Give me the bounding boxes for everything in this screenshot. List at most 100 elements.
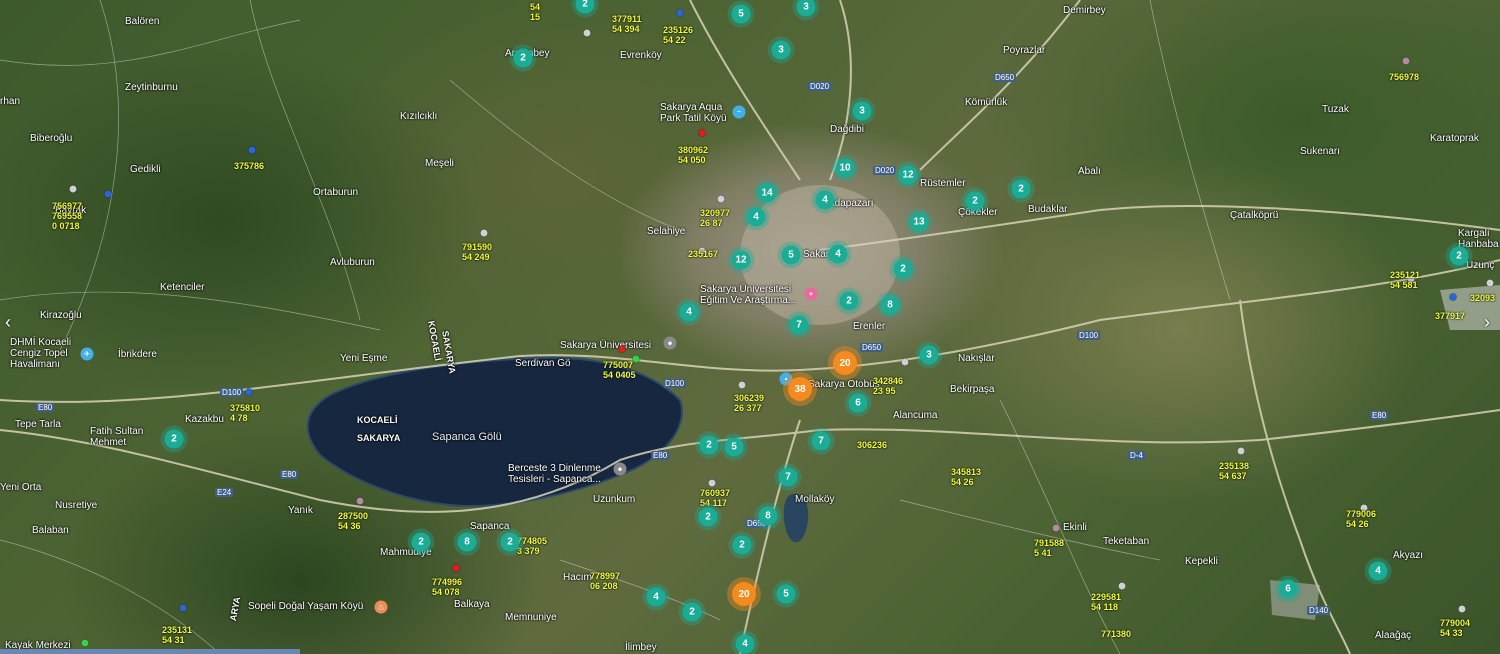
- place-yeni-esme: Yeni Eşme: [340, 353, 388, 364]
- cluster-marker[interactable]: 4: [646, 587, 666, 607]
- place-rustemler: Rüstemler: [920, 178, 966, 189]
- map-pin[interactable]: [717, 195, 725, 203]
- cluster-marker-large[interactable]: 20: [833, 351, 857, 375]
- cluster-marker[interactable]: 6: [1278, 579, 1298, 599]
- code-label: 775007 54 0405: [603, 360, 636, 380]
- cluster-marker[interactable]: 5: [776, 584, 796, 604]
- cluster-marker[interactable]: 2: [893, 259, 913, 279]
- map-pin[interactable]: [248, 146, 256, 154]
- cluster-marker[interactable]: 2: [1011, 179, 1031, 199]
- map-pin[interactable]: [69, 185, 77, 193]
- cluster-marker[interactable]: 2: [699, 435, 719, 455]
- map-pin[interactable]: [356, 497, 364, 505]
- chevron-right-icon[interactable]: ›: [1484, 312, 1490, 333]
- map-pin[interactable]: [1402, 57, 1410, 65]
- place-sakarya-universitesi: Sakarya Üniversitesi: [560, 340, 652, 351]
- road-label-d020-2: D020: [873, 166, 897, 175]
- cluster-marker[interactable]: 4: [1368, 561, 1388, 581]
- cluster-marker[interactable]: 8: [880, 295, 900, 315]
- code-label: 235121 54 581: [1390, 270, 1421, 290]
- cluster-marker[interactable]: 2: [732, 535, 752, 555]
- cluster-marker[interactable]: 2: [500, 532, 520, 552]
- cluster-marker[interactable]: 4: [735, 634, 755, 654]
- code-label: 306236: [857, 440, 888, 450]
- map-pin[interactable]: [1052, 524, 1060, 532]
- map-pin[interactable]: [738, 381, 746, 389]
- cluster-marker[interactable]: 13: [909, 212, 929, 232]
- road-label-d100-3: D100: [1077, 331, 1101, 340]
- place-balkaya: Balkaya: [454, 599, 490, 610]
- label-sakarya: SAKARYA: [357, 433, 401, 443]
- map-pin[interactable]: [618, 345, 626, 353]
- map-pin[interactable]: [480, 229, 488, 237]
- cluster-marker[interactable]: 2: [682, 602, 702, 622]
- cluster-marker[interactable]: 5: [731, 4, 751, 24]
- map-pin[interactable]: [1458, 605, 1466, 613]
- cluster-marker[interactable]: 14: [757, 183, 777, 203]
- code-label: 380962 54 050: [678, 145, 709, 165]
- cluster-marker[interactable]: 12: [898, 165, 918, 185]
- cluster-marker[interactable]: 10: [835, 158, 855, 178]
- cluster-marker[interactable]: 4: [679, 302, 699, 322]
- place-teketaban: Teketaban: [1103, 536, 1150, 547]
- cluster-marker[interactable]: 12: [731, 250, 751, 270]
- cluster-marker[interactable]: 2: [411, 532, 431, 552]
- cluster-marker[interactable]: 4: [815, 190, 835, 210]
- cluster-marker[interactable]: 4: [828, 244, 848, 264]
- map-pin[interactable]: [1449, 293, 1457, 301]
- place-sopeli: Sopeli Doğal Yaşam Köyü: [248, 601, 364, 612]
- map-pin[interactable]: [708, 479, 716, 487]
- place-ketenciler: Ketenciler: [160, 282, 205, 293]
- place-sapanca: Sapanca: [470, 521, 510, 532]
- cluster-marker[interactable]: 5: [724, 437, 744, 457]
- cluster-marker-large[interactable]: 20: [732, 582, 756, 606]
- cluster-marker[interactable]: 3: [919, 345, 939, 365]
- poi-hospital-icon[interactable]: +: [804, 287, 818, 301]
- map-pin[interactable]: [698, 129, 706, 137]
- map-pin[interactable]: [583, 29, 591, 37]
- cluster-marker[interactable]: 8: [758, 506, 778, 526]
- map-pin[interactable]: [452, 564, 460, 572]
- place-komurluk: Kömürlük: [965, 97, 1008, 108]
- poi-resort-icon[interactable]: ♨: [374, 600, 388, 614]
- cluster-marker[interactable]: 3: [852, 101, 872, 121]
- map-pin[interactable]: [1486, 279, 1494, 287]
- cluster-marker[interactable]: 7: [811, 431, 831, 451]
- cluster-marker[interactable]: 2: [513, 48, 533, 68]
- cluster-marker[interactable]: 2: [164, 429, 184, 449]
- poi-airport-icon[interactable]: ✈: [80, 347, 94, 361]
- chevron-left-icon[interactable]: ‹: [5, 312, 11, 333]
- cluster-marker[interactable]: 3: [771, 40, 791, 60]
- cluster-marker-large[interactable]: 38: [788, 377, 812, 401]
- cluster-marker[interactable]: 4: [746, 207, 766, 227]
- place-yeni-orta: Yeni Orta: [0, 482, 42, 493]
- cluster-marker[interactable]: 5: [781, 245, 801, 265]
- cluster-marker[interactable]: 6: [848, 393, 868, 413]
- map-pin[interactable]: [676, 9, 684, 17]
- place-ilimbey: İlimbey: [625, 642, 657, 653]
- poi-university-icon[interactable]: ●: [663, 336, 677, 350]
- code-label: 791590 54 249: [462, 242, 493, 262]
- cluster-marker[interactable]: 2: [965, 191, 985, 211]
- cluster-marker[interactable]: 7: [778, 467, 798, 487]
- cluster-marker[interactable]: 8: [457, 532, 477, 552]
- poi-aquapark-icon[interactable]: ~: [732, 105, 746, 119]
- code-label: 235138 54 637: [1219, 461, 1250, 481]
- place-ortaburun: Ortaburun: [313, 187, 359, 198]
- code-label: 756977 769558 0 0718: [52, 201, 83, 231]
- map-pin[interactable]: [1237, 447, 1245, 455]
- cluster-marker[interactable]: 2: [1449, 246, 1469, 266]
- map-canvas[interactable]: Balören Arslanbey Zeytinburnu rhan Kızıl…: [0, 0, 1500, 654]
- road-label-e24: E24: [215, 488, 234, 497]
- map-pin[interactable]: [104, 190, 112, 198]
- cluster-marker[interactable]: 2: [698, 507, 718, 527]
- code-label: 54 15: [530, 2, 541, 22]
- cluster-marker[interactable]: 2: [839, 291, 859, 311]
- cluster-marker[interactable]: 7: [789, 315, 809, 335]
- poi-rest-area-icon[interactable]: ●: [613, 462, 627, 476]
- map-pin[interactable]: [81, 639, 89, 647]
- map-pin[interactable]: [245, 388, 253, 396]
- map-pin[interactable]: [179, 604, 187, 612]
- map-pin[interactable]: [901, 358, 909, 366]
- map-pin[interactable]: [1118, 582, 1126, 590]
